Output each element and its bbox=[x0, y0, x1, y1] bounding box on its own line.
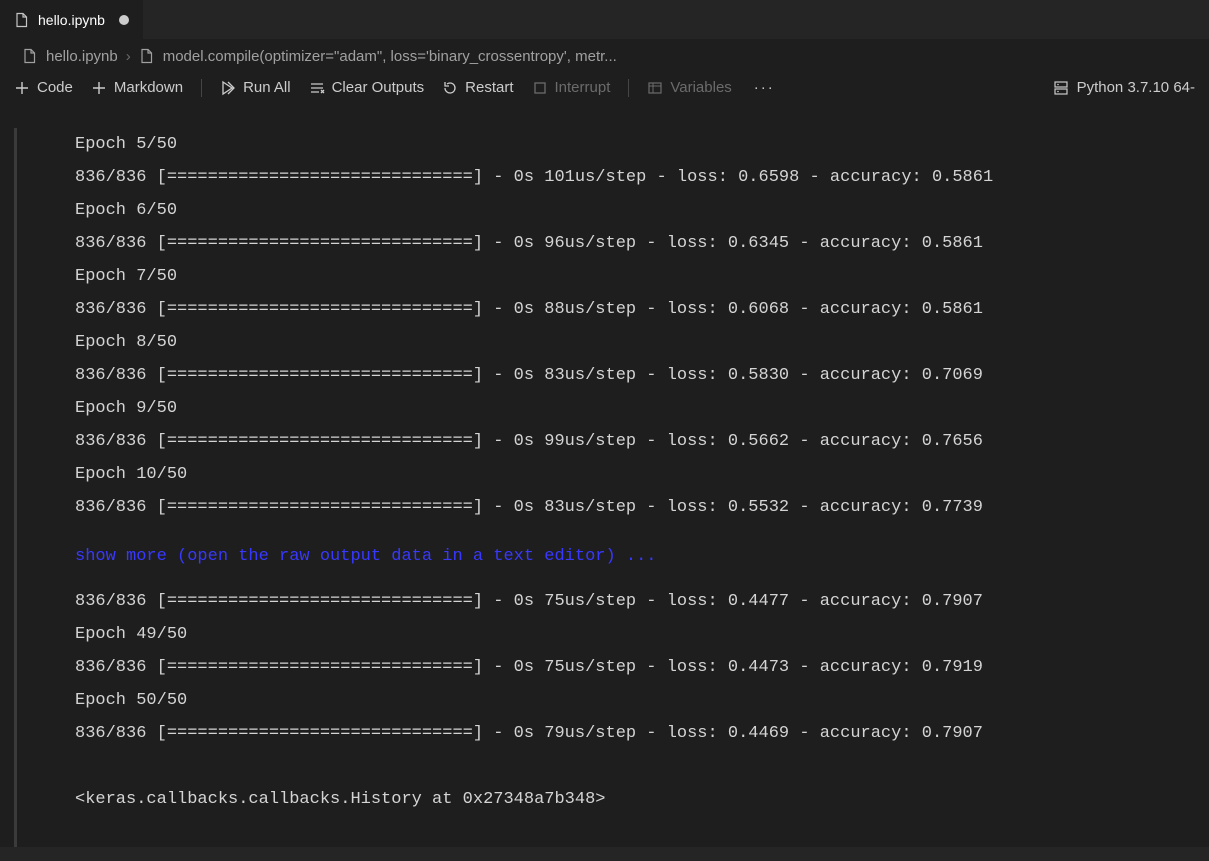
toolbar-separator bbox=[628, 79, 629, 97]
breadcrumb: hello.ipynb › model.compile(optimizer="a… bbox=[0, 40, 1209, 68]
chevron-right-icon: › bbox=[126, 48, 131, 65]
variables-button[interactable]: Variables bbox=[647, 79, 731, 96]
clear-outputs-button[interactable]: Clear Outputs bbox=[309, 79, 425, 96]
add-code-label: Code bbox=[37, 79, 73, 96]
kernel-label: Python 3.7.10 64- bbox=[1077, 79, 1195, 96]
add-code-button[interactable]: Code bbox=[14, 79, 73, 96]
plus-icon bbox=[14, 80, 30, 96]
run-all-label: Run All bbox=[243, 79, 291, 96]
run-all-icon bbox=[220, 80, 236, 96]
output-text-before: Epoch 5/50 836/836 [====================… bbox=[50, 128, 1209, 524]
file-icon bbox=[139, 48, 155, 64]
interrupt-icon bbox=[532, 80, 548, 96]
variables-icon bbox=[647, 80, 663, 96]
add-markdown-label: Markdown bbox=[114, 79, 183, 96]
breadcrumb-cell[interactable]: model.compile(optimizer="adam", loss='bi… bbox=[163, 48, 617, 65]
variables-label: Variables bbox=[670, 79, 731, 96]
output-text-after: 836/836 [==============================]… bbox=[50, 585, 1209, 816]
interrupt-label: Interrupt bbox=[555, 79, 611, 96]
clear-outputs-label: Clear Outputs bbox=[332, 79, 425, 96]
file-icon bbox=[22, 48, 38, 64]
tab-bar: hello.ipynb bbox=[0, 0, 1209, 40]
panel-border bbox=[0, 847, 1209, 861]
more-actions-button[interactable]: ··· bbox=[750, 79, 779, 96]
add-markdown-button[interactable]: Markdown bbox=[91, 79, 183, 96]
interrupt-button[interactable]: Interrupt bbox=[532, 79, 611, 96]
restart-button[interactable]: Restart bbox=[442, 79, 513, 96]
output-gutter[interactable] bbox=[14, 128, 17, 847]
kernel-picker[interactable]: Python 3.7.10 64- bbox=[1053, 79, 1195, 96]
clear-outputs-icon bbox=[309, 80, 325, 96]
editor-tab[interactable]: hello.ipynb bbox=[0, 0, 144, 39]
restart-label: Restart bbox=[465, 79, 513, 96]
restart-icon bbox=[442, 80, 458, 96]
dirty-indicator-icon bbox=[119, 15, 129, 25]
toolbar-separator bbox=[201, 79, 202, 97]
breadcrumb-file[interactable]: hello.ipynb bbox=[46, 48, 118, 65]
run-all-button[interactable]: Run All bbox=[220, 79, 291, 96]
file-icon bbox=[14, 12, 30, 28]
plus-icon bbox=[91, 80, 107, 96]
cell-output: Epoch 5/50 836/836 [====================… bbox=[0, 128, 1209, 847]
tab-filename: hello.ipynb bbox=[38, 12, 105, 28]
server-icon bbox=[1053, 80, 1069, 96]
show-more-link[interactable]: show more (open the raw output data in a… bbox=[0, 540, 1209, 573]
notebook-toolbar: Code Markdown Run All Clear Outputs Rest… bbox=[0, 68, 1209, 108]
